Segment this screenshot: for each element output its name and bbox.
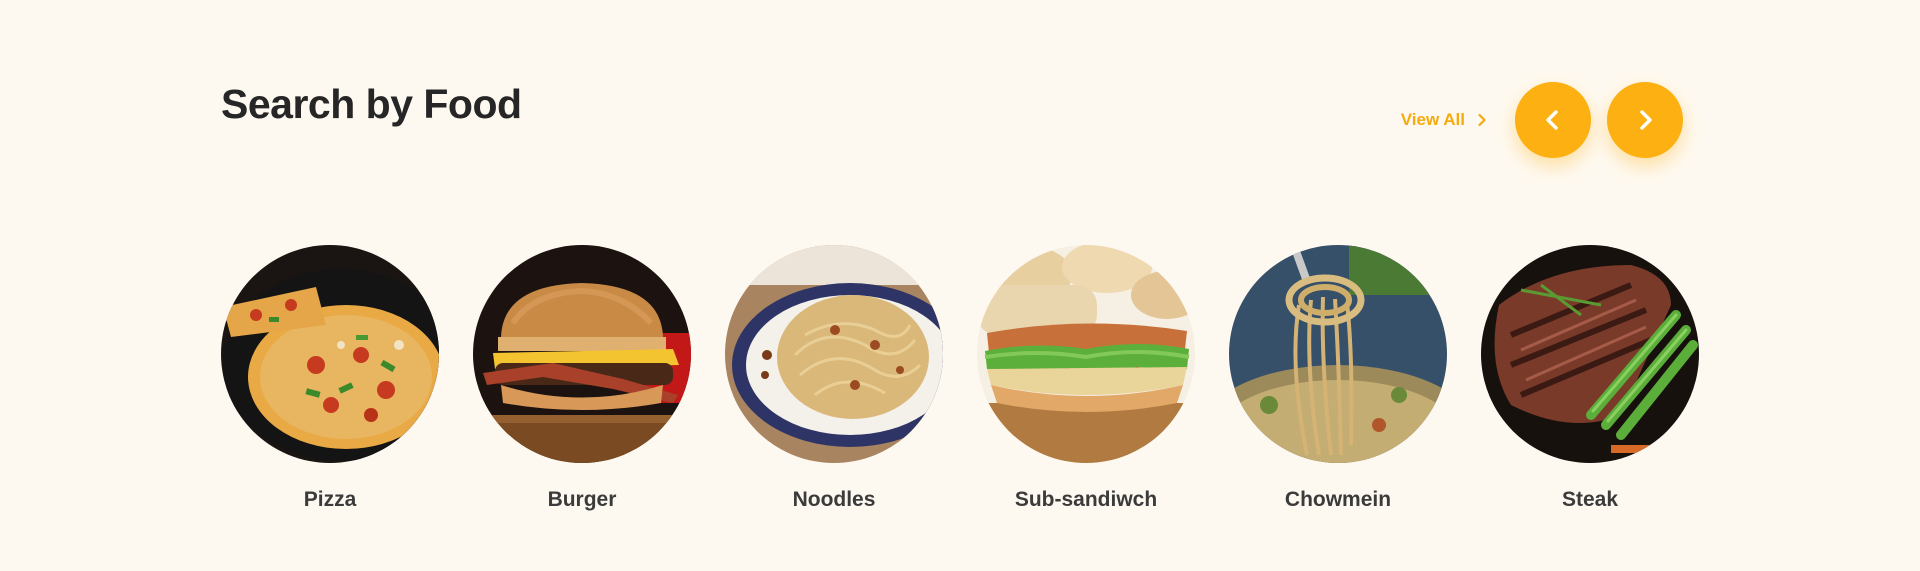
food-name: Burger — [547, 488, 617, 511]
food-item-steak[interactable]: Steak — [1481, 245, 1699, 513]
food-name: Noodles — [792, 488, 876, 511]
chevron-right-icon — [1478, 113, 1486, 127]
food-item-sub-sandwich[interactable]: Sub-sandiwch — [977, 245, 1195, 513]
pizza-image — [221, 245, 439, 463]
noodles-image — [725, 245, 943, 463]
carousel-controls: View All — [1401, 82, 1683, 158]
food-item-pizza[interactable]: Pizza — [221, 245, 439, 513]
next-button[interactable] — [1607, 82, 1683, 158]
chevron-left-icon — [1546, 110, 1558, 130]
food-item-chowmein[interactable]: Chowmein — [1229, 245, 1447, 513]
chowmein-image — [1229, 245, 1447, 463]
search-by-food-section: Search by Food View All Pizza Burger Noo… — [0, 0, 1920, 571]
prev-button[interactable] — [1515, 82, 1591, 158]
food-name: Steak — [1561, 488, 1619, 511]
steak-image — [1481, 245, 1699, 463]
food-name: Sub-sandiwch — [1014, 488, 1158, 511]
food-item-noodles[interactable]: Noodles — [725, 245, 943, 513]
chevron-right-icon — [1640, 110, 1652, 130]
food-carousel: Pizza Burger Noodles Sub-sandiwch Chowme… — [221, 245, 1699, 513]
sub-sandwich-image — [977, 245, 1195, 463]
view-all-label: View All — [1400, 110, 1465, 129]
burger-image — [473, 245, 691, 463]
section-title: Search by Food — [221, 81, 522, 127]
food-name: Chowmein — [1284, 488, 1392, 511]
food-item-burger[interactable]: Burger — [473, 245, 691, 513]
view-all-link[interactable]: View All — [1401, 110, 1489, 130]
food-name: Pizza — [303, 488, 357, 511]
